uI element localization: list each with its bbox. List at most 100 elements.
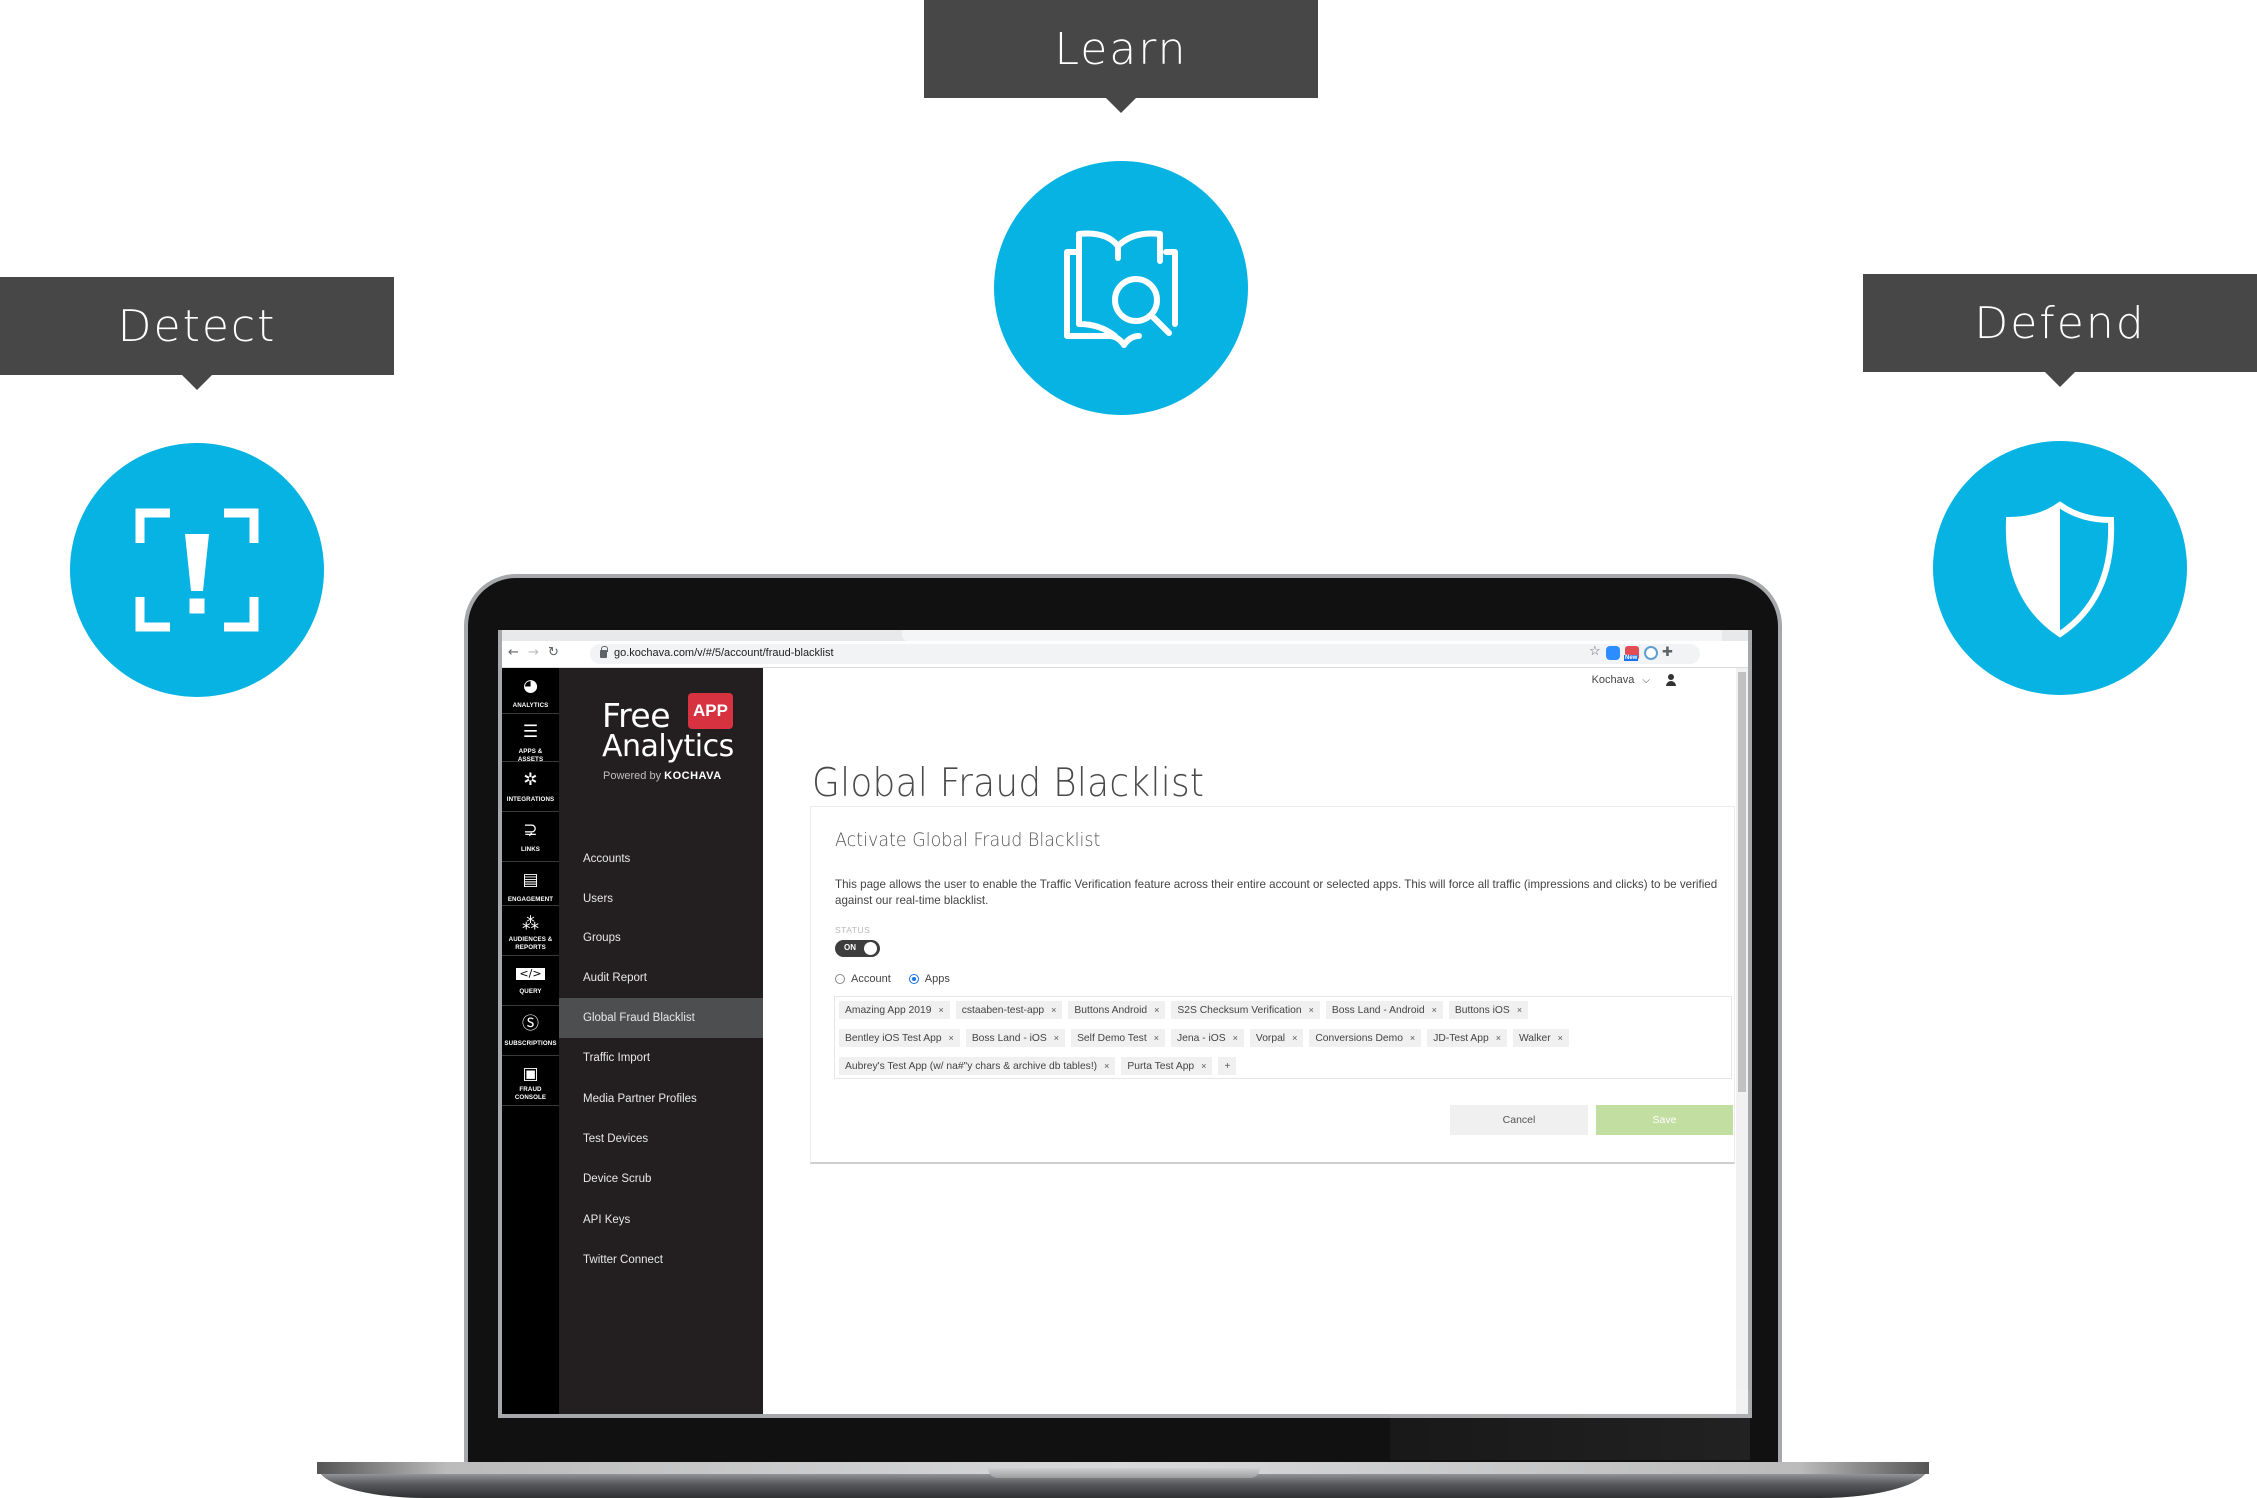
lock-icon bbox=[600, 646, 608, 658]
blacklist-card: Activate Global Fraud Blacklist This pag… bbox=[810, 806, 1735, 1164]
camera-extension-icon[interactable]: New bbox=[1624, 646, 1639, 661]
rail-item-integrations[interactable]: ✲ INTEGRATIONS bbox=[502, 762, 559, 812]
settings-sidebar: Free APP Analytics Powered by KOCHAVA Ac… bbox=[559, 668, 763, 1414]
remove-tag-icon[interactable]: × bbox=[1410, 1033, 1415, 1043]
org-chart-icon: ⁂ bbox=[522, 914, 539, 934]
radio-account-label[interactable]: Account bbox=[851, 973, 891, 985]
callout-detect: Detect bbox=[0, 277, 394, 390]
rail-item-query[interactable]: </> QUERY bbox=[502, 956, 559, 1006]
zoom-extension-icon[interactable] bbox=[1606, 646, 1620, 660]
sidebar-item-audit-report[interactable]: Audit Report bbox=[559, 958, 763, 998]
alert-frame-icon bbox=[70, 443, 324, 697]
apps-tag-input[interactable]: Amazing App 2019 × cstaaben-test-app × Butto… bbox=[834, 996, 1732, 1079]
radio-apps[interactable] bbox=[908, 974, 919, 984]
sidebar-item-accounts[interactable]: Accounts bbox=[559, 839, 763, 879]
app-tag: Purta Test App × bbox=[1121, 1057, 1213, 1075]
browser-tab[interactable] bbox=[902, 630, 1722, 641]
remove-tag-icon[interactable]: × bbox=[1517, 1005, 1522, 1015]
radio-account[interactable] bbox=[835, 974, 845, 984]
app-tag-label: Vorpal bbox=[1255, 1032, 1286, 1044]
rail-item-analytics[interactable]: ◕ ANALYTICS bbox=[502, 668, 559, 714]
app-tag: Buttons iOS × bbox=[1448, 1001, 1529, 1019]
app-tag-label: Buttons Android bbox=[1074, 1004, 1148, 1016]
sidebar-item-traffic-import[interactable]: Traffic Import bbox=[559, 1038, 763, 1078]
gear-icon: ✲ bbox=[523, 770, 538, 790]
remove-tag-icon[interactable]: × bbox=[949, 1033, 954, 1043]
vpn-extension-icon[interactable] bbox=[1644, 646, 1658, 660]
sidebar-item-device-scrub[interactable]: Device Scrub bbox=[559, 1159, 763, 1199]
rail-item-apps-assets[interactable]: ☰ APPS & ASSETS bbox=[502, 714, 559, 763]
extensions-puzzle-icon[interactable]: ✚ bbox=[1662, 644, 1676, 659]
app-tag-label: S2S Checksum Verification bbox=[1177, 1004, 1302, 1016]
new-badge: New bbox=[1624, 655, 1639, 661]
callout-learn: Learn bbox=[924, 0, 1318, 113]
radio-apps-label[interactable]: Apps bbox=[925, 973, 950, 985]
account-menu[interactable]: Kochava ⌵ bbox=[1592, 674, 1676, 686]
remove-tag-icon[interactable]: × bbox=[1154, 1005, 1159, 1015]
tag-row: Amazing App 2019 × cstaaben-test-app × Butto… bbox=[839, 1001, 1731, 1021]
remove-tag-icon[interactable]: × bbox=[1233, 1033, 1238, 1043]
sidebar-item-groups[interactable]: Groups bbox=[559, 918, 763, 958]
scroll-thumb[interactable] bbox=[1738, 672, 1746, 1092]
remove-tag-icon[interactable]: × bbox=[1292, 1033, 1297, 1043]
app-tag-label: Walker bbox=[1518, 1032, 1551, 1044]
tag-row: Aubrey's Test App (w/ na#"y chars & arch… bbox=[839, 1057, 1731, 1077]
remove-tag-icon[interactable]: × bbox=[1154, 1033, 1159, 1043]
chevron-down-icon: ⌵ bbox=[1642, 674, 1650, 686]
remove-tag-icon[interactable]: × bbox=[1201, 1061, 1206, 1071]
app-tag-label: Buttons iOS bbox=[1454, 1004, 1510, 1016]
app-tag: Jena - iOS × bbox=[1170, 1029, 1244, 1047]
app-tag-label: Aubrey's Test App (w/ na#"y chars & arch… bbox=[845, 1060, 1098, 1072]
save-button[interactable]: Save bbox=[1596, 1105, 1733, 1135]
rail-item-fraud-console[interactable]: ▣ FRAUD CONSOLE bbox=[502, 1056, 559, 1106]
tag-row: Bentley iOS Test App × Boss Land - iOS × Sel… bbox=[839, 1029, 1731, 1049]
status-toggle[interactable]: ON bbox=[835, 940, 880, 957]
app-tag: S2S Checksum Verification × bbox=[1171, 1001, 1320, 1019]
app-tag: Buttons Android × bbox=[1068, 1001, 1166, 1019]
cancel-button[interactable]: Cancel bbox=[1450, 1105, 1588, 1135]
callout-defend: Defend bbox=[1863, 274, 2257, 387]
url-input[interactable]: go.kochava.com/v/#/5/account/fraud-black… bbox=[590, 644, 1700, 664]
remove-tag-icon[interactable]: × bbox=[1104, 1061, 1109, 1071]
back-icon[interactable]: ← bbox=[508, 645, 519, 660]
sidebar-item-api-keys[interactable]: API Keys bbox=[559, 1200, 763, 1240]
user-icon[interactable] bbox=[1666, 674, 1676, 686]
dashboard-icon: ◕ bbox=[523, 676, 538, 696]
scrollbar[interactable] bbox=[1736, 668, 1748, 1414]
bookmark-star-icon[interactable]: ☆ bbox=[1589, 643, 1601, 659]
app-badge: APP bbox=[688, 693, 733, 729]
app-tag: Boss Land - Android × bbox=[1325, 1001, 1443, 1019]
sidebar-item-media-partner-profiles[interactable]: Media Partner Profiles bbox=[559, 1079, 763, 1119]
browser-window: ← → ↻ go.kochava.com/v/#/5/account/fraud… bbox=[498, 630, 1752, 1418]
tab-strip bbox=[502, 630, 1748, 641]
remove-tag-icon[interactable]: × bbox=[1054, 1033, 1059, 1043]
app-tag: Aubrey's Test App (w/ na#"y chars & arch… bbox=[839, 1057, 1116, 1075]
app-tag-label: Conversions Demo bbox=[1315, 1032, 1403, 1044]
icon-rail: ◕ ANALYTICS ☰ APPS & ASSETS ✲ INTEGRATIO… bbox=[502, 668, 559, 1414]
forward-icon[interactable]: → bbox=[528, 645, 539, 660]
remove-tag-icon[interactable]: × bbox=[1051, 1005, 1056, 1015]
sidebar-item-global-fraud-blacklist[interactable]: Global Fraud Blacklist bbox=[559, 998, 763, 1038]
rail-item-audiences-reports[interactable]: ⁂ AUDIENCES & REPORTS bbox=[502, 906, 559, 956]
app-tag: Conversions Demo × bbox=[1309, 1029, 1422, 1047]
rail-item-links[interactable]: ⊋ LINKS bbox=[502, 812, 559, 862]
reload-icon[interactable]: ↻ bbox=[548, 645, 559, 660]
remove-tag-icon[interactable]: × bbox=[938, 1005, 943, 1015]
remove-tag-icon[interactable]: × bbox=[1432, 1005, 1437, 1015]
rail-item-subscriptions[interactable]: Ⓢ SUBSCRIPTIONS bbox=[502, 1006, 559, 1056]
app-tag-label: Boss Land - iOS bbox=[971, 1032, 1047, 1044]
app-tag: Boss Land - iOS × bbox=[965, 1029, 1066, 1047]
rail-item-engagement[interactable]: ▤ ENGAGEMENT bbox=[502, 862, 559, 906]
app-tag: Amazing App 2019 × bbox=[839, 1001, 950, 1019]
app-tag: cstaaben-test-app × bbox=[955, 1001, 1063, 1019]
sidebar-item-test-devices[interactable]: Test Devices bbox=[559, 1119, 763, 1159]
remove-tag-icon[interactable]: × bbox=[1496, 1033, 1501, 1043]
remove-tag-icon[interactable]: × bbox=[1558, 1033, 1563, 1043]
status-label: STATUS bbox=[835, 925, 871, 935]
add-tag-button[interactable]: + bbox=[1218, 1057, 1237, 1075]
main-content: Kochava ⌵ Global Fraud Blacklist Activat… bbox=[763, 668, 1736, 1414]
sidebar-item-twitter-connect[interactable]: Twitter Connect bbox=[559, 1240, 763, 1280]
sidebar-item-users[interactable]: Users bbox=[559, 879, 763, 919]
remove-tag-icon[interactable]: × bbox=[1309, 1005, 1314, 1015]
toggle-knob bbox=[864, 942, 877, 955]
